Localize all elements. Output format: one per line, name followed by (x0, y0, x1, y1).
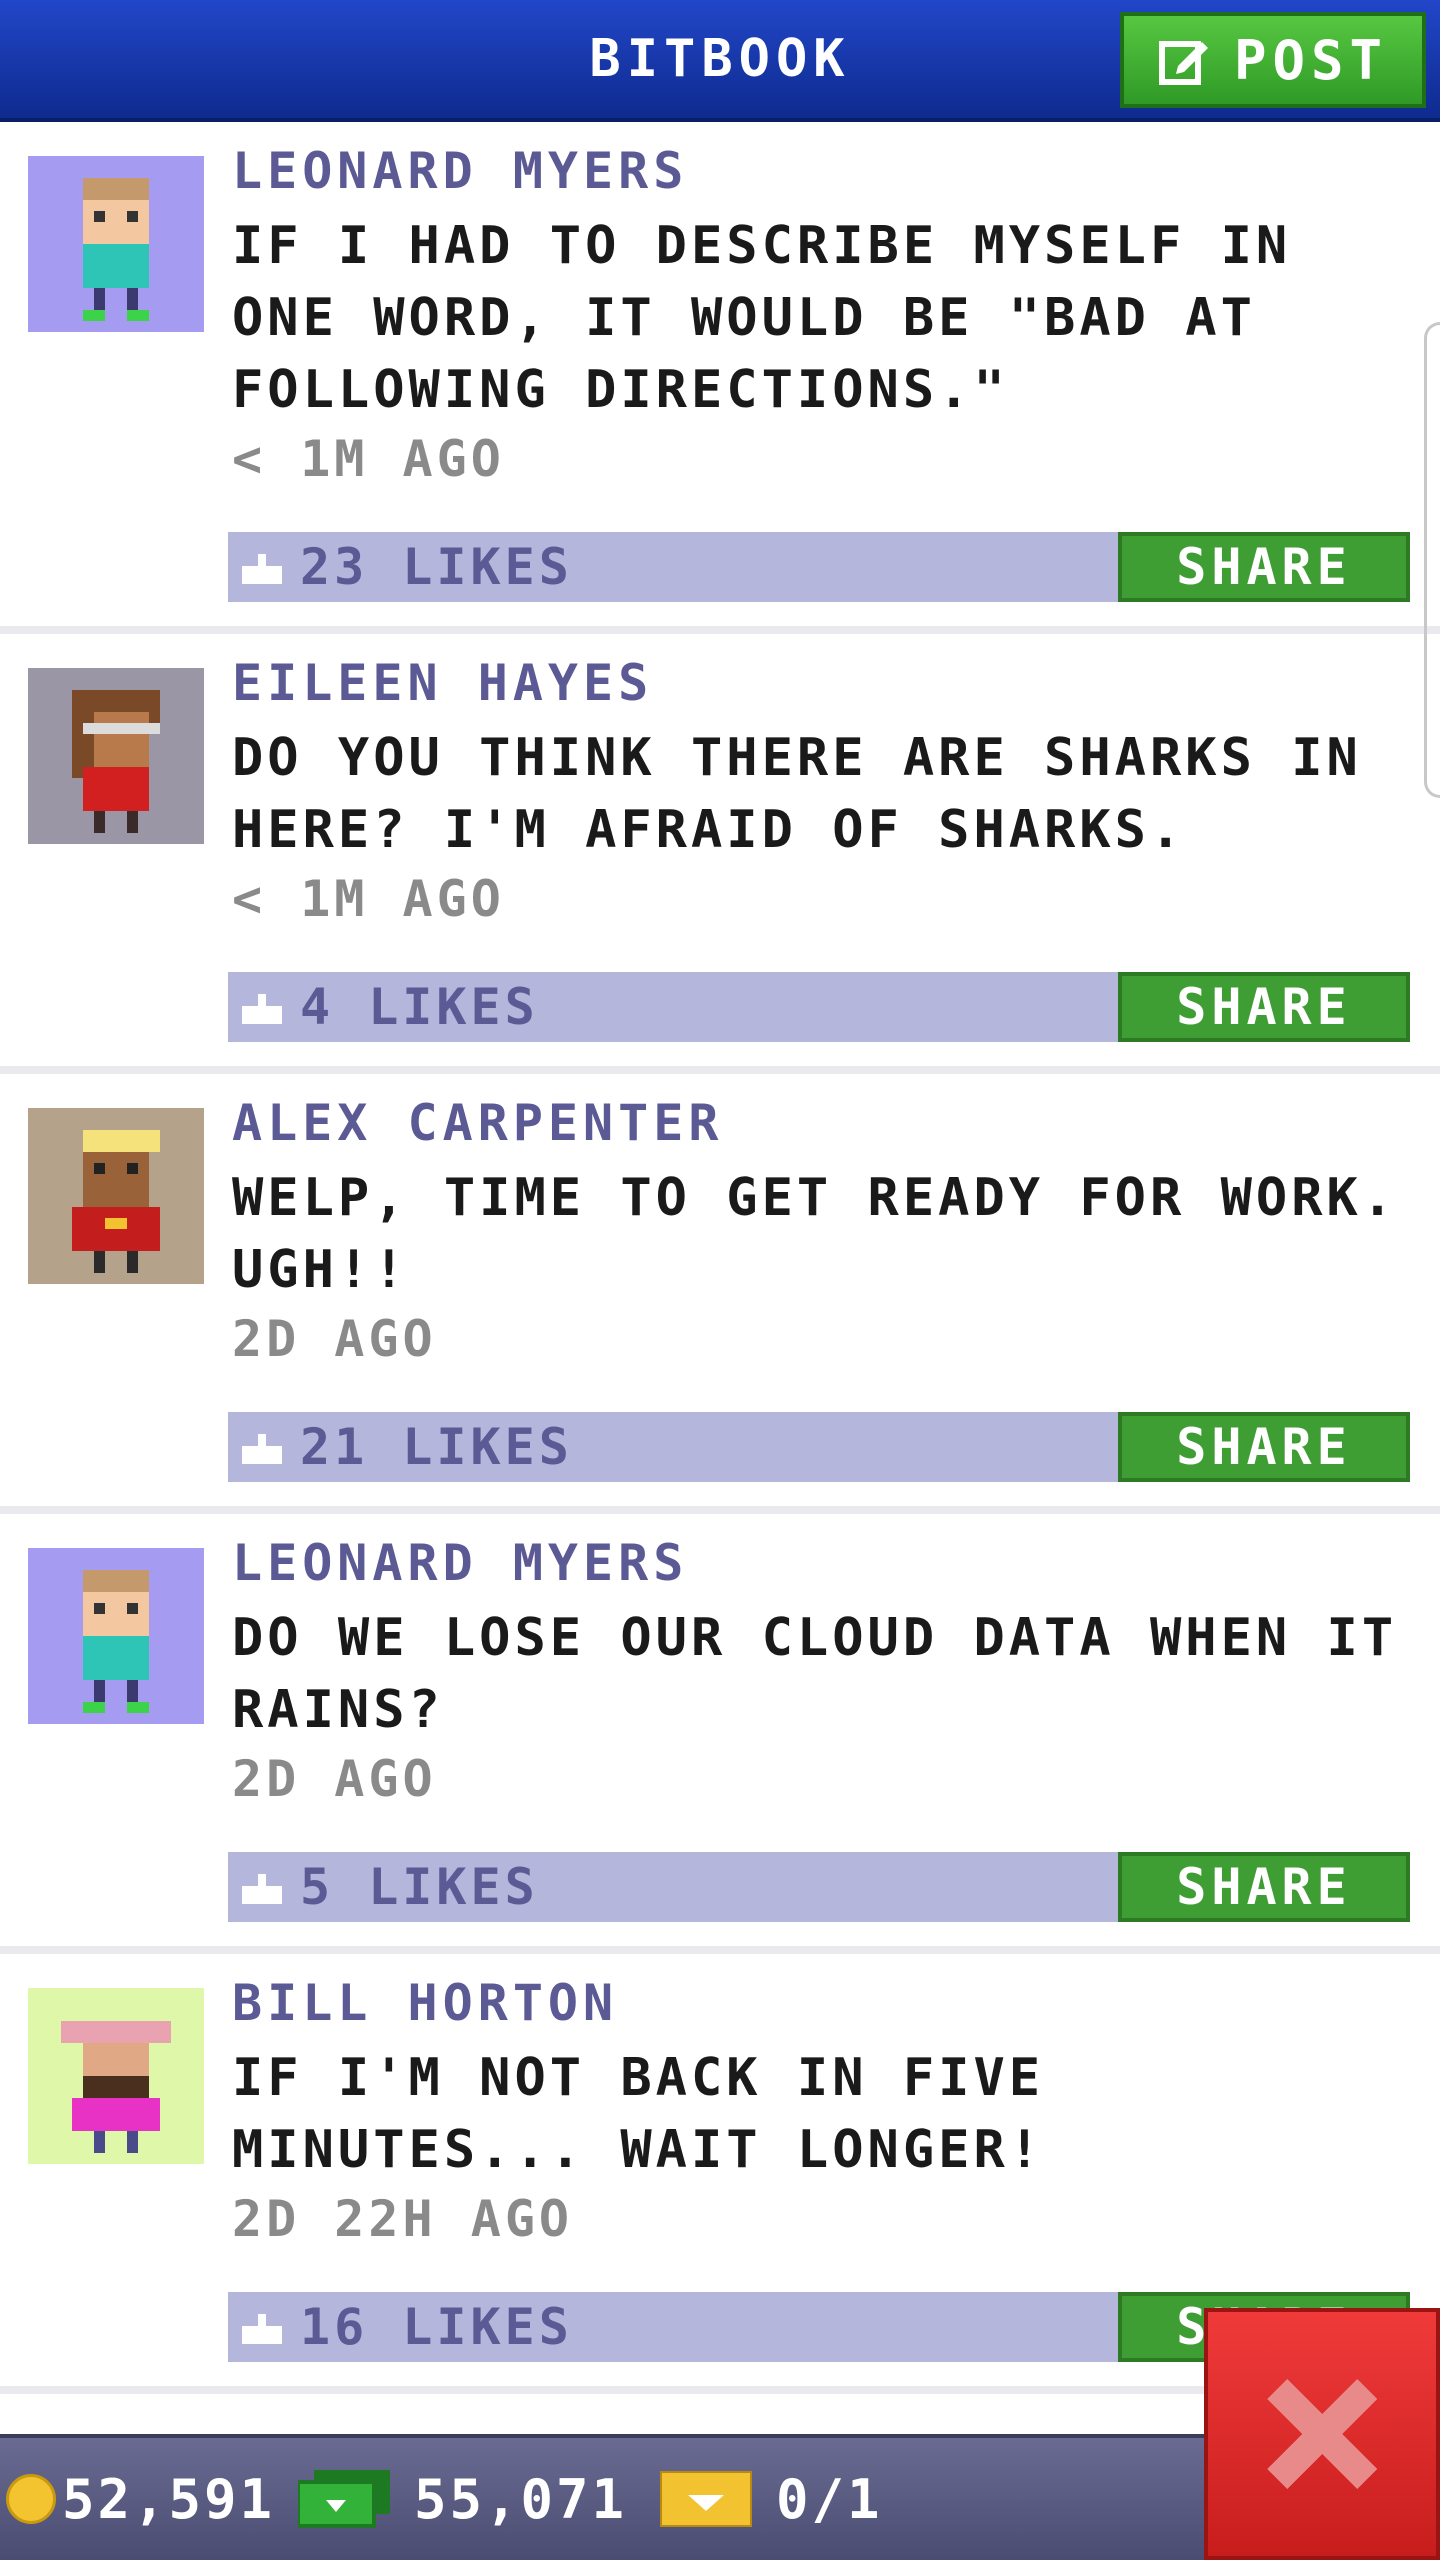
post-time: 2D AGO (232, 1750, 437, 1808)
list-item: LEONARD MYERS DO WE LOSE OUR CLOUD DATA … (0, 1514, 1440, 1954)
avatar[interactable] (28, 156, 204, 332)
tickets-stat: 0/1 (660, 2438, 883, 2560)
like-icon[interactable] (242, 990, 282, 1024)
avatar[interactable] (28, 1108, 204, 1284)
like-count: 23 LIKES (300, 538, 573, 596)
post-text: IF I'M NOT BACK IN FIVE MINUTES... WAIT … (232, 2048, 1045, 2180)
post-time: < 1M AGO (232, 870, 505, 928)
avatar[interactable] (28, 668, 204, 844)
avatar-leonard (28, 1548, 204, 1724)
share-button[interactable]: SHARE (1118, 972, 1410, 1042)
share-button[interactable]: SHARE (1118, 532, 1410, 602)
post-text: DO WE LOSE OUR CLOUD DATA WHEN IT RAINS? (232, 1608, 1398, 1740)
bux-stat: 55,071 (298, 2438, 627, 2560)
list-item: ALEX CARPENTER WELP, TIME TO GET READY F… (0, 1074, 1440, 1514)
like-icon[interactable] (242, 1430, 282, 1464)
close-icon (1267, 2379, 1377, 2489)
like-icon[interactable] (242, 550, 282, 584)
post-button[interactable]: POST (1120, 12, 1426, 108)
list-item: EILEEN HAYES DO YOU THINK THERE ARE SHAR… (0, 634, 1440, 1074)
avatar-alex (28, 1108, 204, 1284)
coins-value: 52,591 (62, 2467, 276, 2531)
avatar[interactable] (28, 1988, 204, 2164)
compose-icon (1158, 41, 1208, 85)
scrollbar[interactable] (1424, 322, 1440, 798)
share-button[interactable]: SHARE (1118, 1412, 1410, 1482)
like-bar: 23 LIKES SHARE (228, 532, 1410, 602)
post-button-label: POST (1233, 28, 1389, 92)
list-item: LEONARD MYERS IF I HAD TO DESCRIBE MYSEL… (0, 122, 1440, 634)
like-bar: 4 LIKES SHARE (228, 972, 1410, 1042)
like-count: 5 LIKES (300, 1858, 539, 1916)
bux-icon (298, 2470, 390, 2528)
like-count: 21 LIKES (300, 1418, 573, 1476)
post-author[interactable]: BILL HORTON (232, 1974, 618, 2032)
post-author[interactable]: LEONARD MYERS (232, 142, 688, 200)
post-author[interactable]: LEONARD MYERS (232, 1534, 688, 1592)
post-time: 2D 22H AGO (232, 2190, 574, 2248)
bux-value: 55,071 (414, 2467, 628, 2531)
ticket-icon (660, 2471, 752, 2527)
coin-icon (6, 2474, 56, 2524)
like-count: 16 LIKES (300, 2298, 573, 2356)
post-text: IF I HAD TO DESCRIBE MYSELF IN ONE WORD,… (232, 216, 1292, 420)
like-bar: 5 LIKES SHARE (228, 1852, 1410, 1922)
like-count: 4 LIKES (300, 978, 539, 1036)
app-header: BITBOOK POST (0, 0, 1440, 122)
feed[interactable]: LEONARD MYERS IF I HAD TO DESCRIBE MYSEL… (0, 122, 1440, 2394)
like-icon[interactable] (242, 2310, 282, 2344)
avatar[interactable] (28, 1548, 204, 1724)
post-time: < 1M AGO (232, 430, 505, 488)
post-time: 2D AGO (232, 1310, 437, 1368)
post-text: WELP, TIME TO GET READY FOR WORK. UGH!! (232, 1168, 1398, 1300)
avatar-bill (28, 1988, 204, 2164)
close-button[interactable] (1204, 2308, 1440, 2560)
post-author[interactable]: EILEEN HAYES (232, 654, 653, 712)
share-button[interactable]: SHARE (1118, 1852, 1410, 1922)
avatar-leonard (28, 156, 204, 332)
post-text: DO YOU THINK THERE ARE SHARKS IN HERE? I… (232, 728, 1362, 860)
like-bar: 21 LIKES SHARE (228, 1412, 1410, 1482)
coins-stat: 52,591 (6, 2438, 275, 2560)
avatar-eileen (28, 668, 204, 844)
tickets-value: 0/1 (776, 2467, 883, 2531)
post-author[interactable]: ALEX CARPENTER (232, 1094, 723, 1152)
like-icon[interactable] (242, 1870, 282, 1904)
